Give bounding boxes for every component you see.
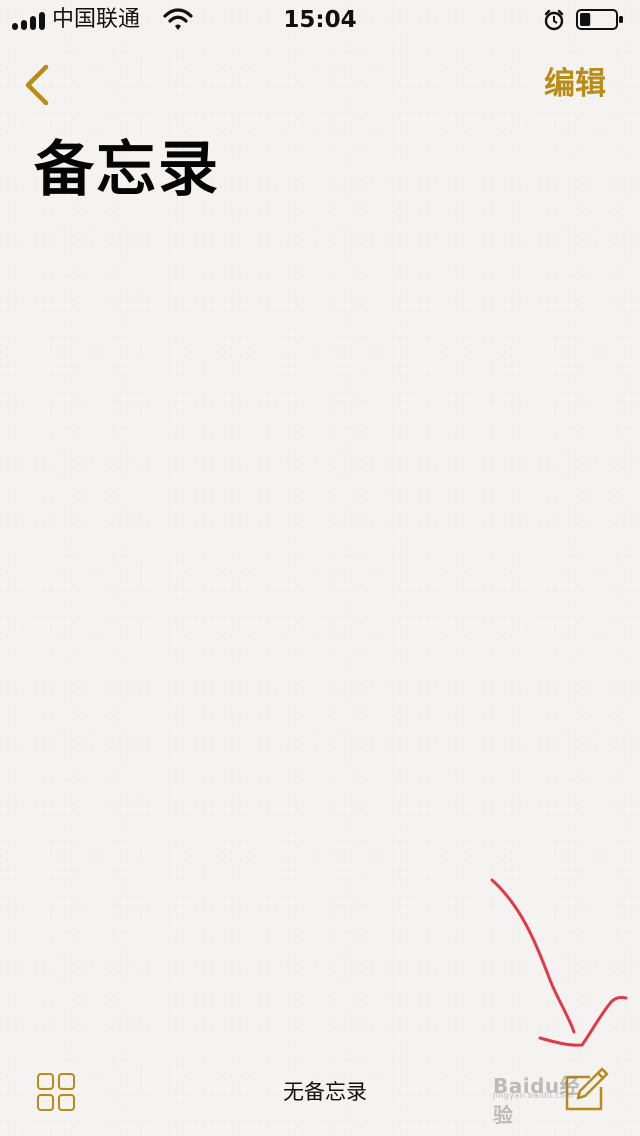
- edit-button[interactable]: 编辑: [544, 64, 606, 104]
- alarm-clock-icon: [544, 9, 564, 31]
- page-title: 备忘录: [34, 135, 220, 205]
- watermark-subtext: jingyan.baidu.com: [493, 1091, 574, 1100]
- chevron-left-icon: [25, 64, 49, 106]
- baidu-watermark: Baidu经验 jingyan.baidu.com: [493, 1064, 593, 1127]
- battery-icon: [576, 9, 623, 30]
- annotation-arrow-drawing: [490, 878, 628, 1047]
- status-bar: 中国联通 15:04: [0, 0, 640, 40]
- back-button[interactable]: [18, 60, 58, 110]
